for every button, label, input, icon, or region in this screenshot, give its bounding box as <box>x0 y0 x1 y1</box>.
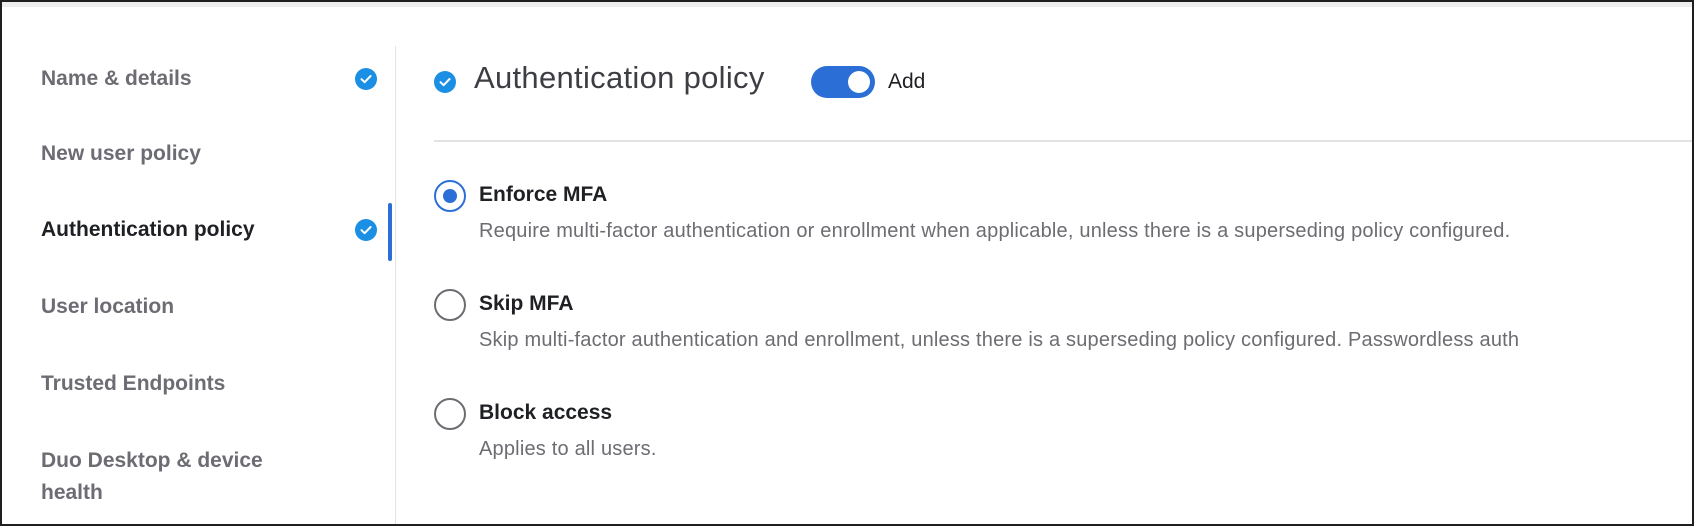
page-title: Authentication policy <box>474 60 765 95</box>
sidebar-item-label: User location <box>41 295 175 318</box>
sidebar-item-authentication-policy[interactable]: Authentication policy <box>41 214 393 246</box>
toggle-knob <box>848 71 870 93</box>
radio-enforce-mfa[interactable] <box>434 180 466 212</box>
radio-block-access[interactable] <box>434 398 466 430</box>
option-title: Skip MFA <box>479 292 574 315</box>
option-title: Block access <box>479 401 613 424</box>
sidebar-divider <box>395 46 396 524</box>
check-circle-icon <box>434 71 456 93</box>
sidebar-item-label: Duo Desktop & device health <box>41 449 263 504</box>
sidebar-item-new-user-policy[interactable]: New user policy <box>41 138 393 170</box>
sidebar-item-label: Authentication policy <box>41 218 255 241</box>
option-enforce-mfa[interactable]: Enforce MFA Require multi-factor authent… <box>434 180 1692 260</box>
sidebar-item-trusted-endpoints[interactable]: Trusted Endpoints <box>41 368 393 400</box>
policy-editor-window: Name & details New user policy Authentic… <box>0 0 1694 526</box>
check-circle-icon <box>355 219 377 241</box>
active-section-indicator <box>388 203 392 261</box>
sidebar-item-label: Trusted Endpoints <box>41 372 226 395</box>
check-circle-icon <box>355 68 377 90</box>
sidebar-item-duo-desktop-device-health[interactable]: Duo Desktop & device health <box>41 445 393 509</box>
sidebar-item-label: New user policy <box>41 142 201 165</box>
radio-skip-mfa[interactable] <box>434 289 466 321</box>
add-policy-toggle[interactable] <box>811 66 875 98</box>
sidebar-item-label: Name & details <box>41 67 192 90</box>
option-description: Applies to all users. <box>479 438 657 460</box>
toggle-label: Add <box>888 70 926 93</box>
policy-sections-sidebar: Name & details New user policy Authentic… <box>2 2 397 524</box>
header-divider <box>434 140 1692 142</box>
sidebar-item-name-details[interactable]: Name & details <box>41 63 393 95</box>
sidebar-item-user-location[interactable]: User location <box>41 291 393 323</box>
option-title: Enforce MFA <box>479 183 608 206</box>
option-description: Require multi-factor authentication or e… <box>479 220 1511 242</box>
option-description: Skip multi-factor authentication and enr… <box>479 329 1520 351</box>
option-block-access[interactable]: Block access Applies to all users. <box>434 398 1692 478</box>
option-skip-mfa[interactable]: Skip MFA Skip multi-factor authenticatio… <box>434 289 1692 369</box>
